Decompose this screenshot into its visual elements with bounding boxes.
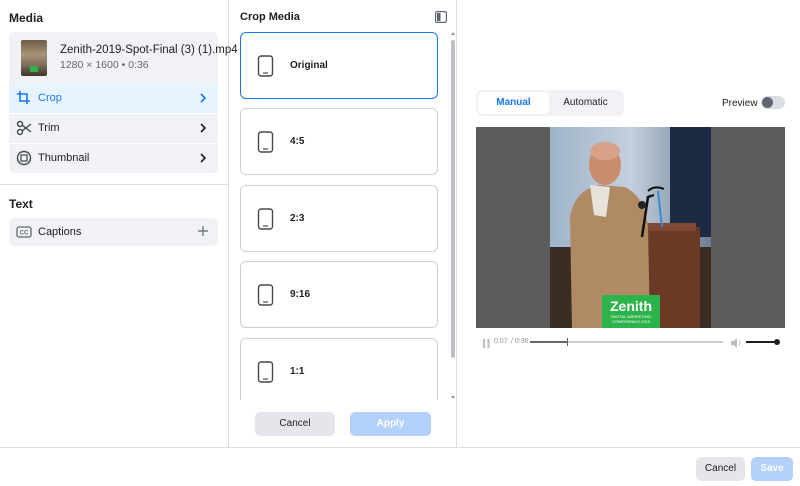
crop-mode-switch: Manual Automatic <box>476 90 624 116</box>
crop-option-1-1[interactable]: 1:1 <box>240 338 438 400</box>
crop-cancel-button[interactable]: Cancel <box>255 412 335 436</box>
crop-option-2-3[interactable]: 2:3 <box>240 185 438 252</box>
volume-knob[interactable] <box>774 339 780 345</box>
scroll-thumb[interactable] <box>451 40 455 358</box>
file-meta: 1280 × 1600 • 0:36 <box>60 59 149 71</box>
tab-automatic[interactable]: Automatic <box>549 92 622 114</box>
current-time: 0:07 <box>494 338 508 345</box>
thumbnail-icon <box>16 150 32 166</box>
captions-row[interactable]: CC Captions <box>9 218 218 246</box>
add-caption-icon[interactable] <box>197 225 209 237</box>
phone-icon <box>257 208 274 230</box>
video-controls: 0:07 / 0:36 <box>476 334 785 350</box>
section-divider <box>0 184 229 185</box>
menu-item-trim[interactable]: Trim <box>9 114 218 143</box>
crop-icon <box>16 90 32 106</box>
footer-save-button[interactable]: Save <box>751 457 793 481</box>
phone-icon <box>257 361 274 383</box>
phone-icon <box>257 284 274 306</box>
footer-cancel-button[interactable]: Cancel <box>696 457 745 481</box>
crop-option-label: 2:3 <box>290 213 305 224</box>
preview-panel: Manual Automatic Preview Zenith DIGITAL … <box>457 0 800 447</box>
logo-title: Zenith <box>610 298 652 314</box>
panel-collapse-icon[interactable] <box>435 11 448 24</box>
preview-toggle-label: Preview <box>722 98 758 109</box>
crop-option-original[interactable]: Original <box>240 32 438 99</box>
menu-item-label: Thumbnail <box>38 152 90 164</box>
crop-option-label: Original <box>290 60 328 71</box>
video-thumbnail <box>21 40 47 76</box>
menu-item-thumbnail[interactable]: Thumbnail <box>9 144 218 173</box>
svg-text:CC: CC <box>20 231 29 237</box>
crop-option-label: 1:1 <box>290 366 305 377</box>
scroll-up-arrow[interactable] <box>451 32 455 35</box>
crop-option-label: 4:5 <box>290 136 305 147</box>
scroll-down-arrow[interactable] <box>451 396 455 399</box>
video-frame: Zenith DIGITAL MARKETING CONFERENCE 2019 <box>550 127 711 328</box>
dialog-footer: Cancel Save <box>0 447 800 486</box>
menu-item-label: Trim <box>38 122 60 134</box>
cc-icon: CC <box>16 224 32 240</box>
crop-list-scrollbar[interactable] <box>450 32 456 400</box>
logo-subtitle-2: CONFERENCE 2019 <box>611 319 650 324</box>
captions-label: Captions <box>38 226 82 238</box>
crop-apply-button[interactable]: Apply <box>350 412 431 436</box>
volume-icon[interactable] <box>731 337 742 348</box>
crop-panel: Crop Media Original 4:5 2:3 9:16 1:1 Can… <box>229 0 457 447</box>
toggle-knob <box>762 97 773 108</box>
crop-panel-title: Crop Media <box>240 11 300 23</box>
crop-option-4-5[interactable]: 4:5 <box>240 108 438 175</box>
crop-option-label: 9:16 <box>290 289 311 300</box>
scissors-icon <box>16 120 32 136</box>
menu-item-label: Crop <box>38 92 62 104</box>
text-section-title: Text <box>9 197 33 211</box>
media-section-title: Media <box>9 11 44 25</box>
total-time: / 0:36 <box>511 338 529 345</box>
chevron-right-icon <box>197 152 209 164</box>
crop-options-list: Original 4:5 2:3 9:16 1:1 <box>229 30 457 400</box>
seek-progress <box>530 341 568 343</box>
seek-handle[interactable] <box>567 338 569 346</box>
menu-item-crop[interactable]: Crop <box>9 84 218 113</box>
media-file-card[interactable]: Zenith-2019-Spot-Final (3) (1).mp4 1280 … <box>9 32 238 84</box>
chevron-right-icon <box>197 122 209 134</box>
crop-option-9-16[interactable]: 9:16 <box>240 261 438 328</box>
tab-manual[interactable]: Manual <box>478 92 549 114</box>
seek-bar[interactable] <box>530 338 723 346</box>
media-panel: Media Zenith-2019-Spot-Final (3) (1).mp4… <box>0 0 238 447</box>
pause-icon[interactable] <box>483 337 490 348</box>
zenith-logo: Zenith DIGITAL MARKETING CONFERENCE 2019 <box>602 295 660 328</box>
phone-icon <box>257 131 274 153</box>
phone-icon <box>257 55 274 77</box>
preview-toggle[interactable] <box>761 96 785 109</box>
chevron-right-icon <box>197 92 209 104</box>
video-preview[interactable]: Zenith DIGITAL MARKETING CONFERENCE 2019 <box>476 127 785 328</box>
file-name: Zenith-2019-Spot-Final (3) (1).mp4 <box>60 44 238 56</box>
